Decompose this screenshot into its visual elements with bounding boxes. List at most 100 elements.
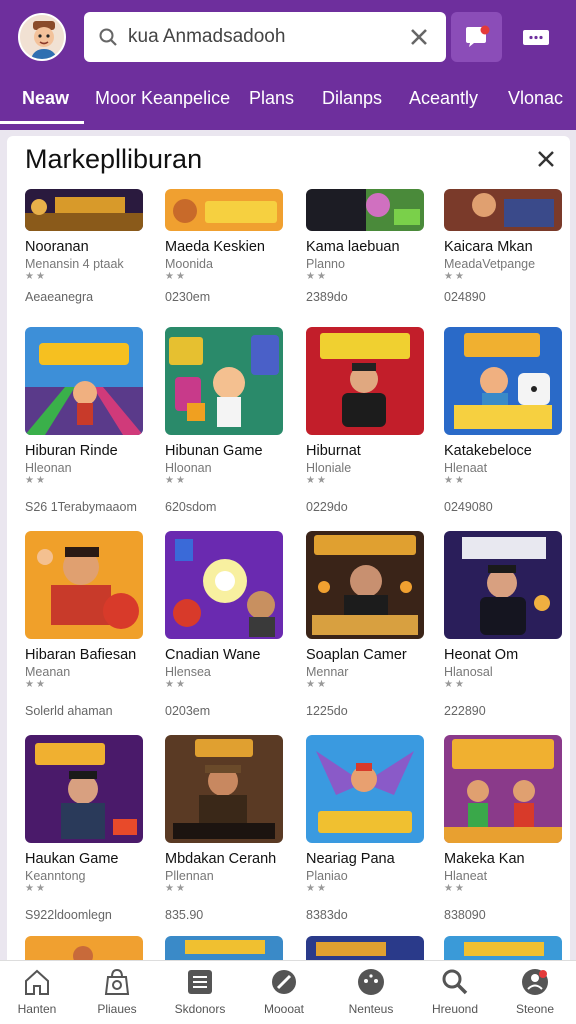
nav-label: Steone [515, 1002, 555, 1016]
game-subtitle: Mennar [306, 665, 349, 679]
rating-stars: ★★ [25, 883, 47, 894]
game-subtitle: Hlaneat [444, 869, 488, 883]
nav-item-nenteus[interactable]: Nenteus [335, 967, 407, 1016]
game-title: Kama laebuan [306, 239, 400, 255]
game-card[interactable]: Heonat Om Hlanosal ★★ 222890 [444, 531, 566, 718]
game-meta: S26 1Terabymaaom [25, 500, 137, 514]
game-card[interactable]: Neariag Pana Planiao ★★ 8383do [306, 735, 428, 922]
nav-item-pliaues[interactable]: Pliaues [81, 967, 153, 1016]
nav-label: Hreuond [431, 1002, 479, 1016]
close-icon[interactable] [408, 26, 430, 48]
game-card[interactable]: Hiburnat Hloniale ★★ 0229do [306, 327, 428, 514]
game-meta: 620sdom [165, 500, 217, 514]
game-title: Hiburan Rinde [25, 443, 118, 459]
game-card[interactable]: Kama laebuan Planno ★★ 2389do [306, 189, 428, 304]
game-meta: Aeaeanegra [25, 290, 94, 304]
game-subtitle: MeadaVetpange [444, 257, 536, 271]
game-meta: 222890 [444, 704, 486, 718]
nav-item-hreuond[interactable]: Hreuond [419, 967, 491, 1016]
tab-vlonac[interactable]: Vlonac [508, 88, 563, 109]
game-subtitle: Keanntong [25, 869, 86, 883]
game-card[interactable]: Katakebeloce Hlenaat ★★ 0249080 [444, 327, 566, 514]
game-title: Katakebeloce [444, 443, 532, 459]
rating-stars: ★★ [306, 883, 328, 894]
nav-item-skdonors[interactable]: Skdonors [164, 967, 236, 1016]
search-bar[interactable]: kua Anmadsadooh [84, 12, 446, 62]
game-subtitle: Planno [306, 257, 345, 271]
nav-label: Skdonors [174, 1002, 226, 1016]
gamaker-game-thumb [306, 531, 424, 639]
game-meta: 0249080 [444, 500, 493, 514]
game-title: Heonat Om [444, 647, 519, 663]
game-card[interactable]: Cnadian Wane Hlensea ★★ 0203em [165, 531, 287, 718]
game-card[interactable]: Nooranan Menansin 4 ptaak ★★ Aeaeanegra [25, 189, 147, 304]
magic-game-thumb [165, 531, 283, 639]
compass-icon [272, 970, 296, 994]
chat-button[interactable] [518, 24, 554, 52]
tab-neaw[interactable]: Neaw [22, 88, 69, 109]
game-card[interactable]: Maeda Keskien Moonida ★★ 0230em [165, 189, 287, 304]
tab-aceantly[interactable]: Aceantly [409, 88, 478, 109]
nav-label: Nenteus [348, 1002, 394, 1016]
search-icon [442, 969, 468, 995]
search-icon [99, 28, 117, 46]
top-app-bar: kua Anmadsadooh Neaw Moor Keanpelice Pla… [0, 0, 576, 130]
dice-game-thumb [444, 327, 562, 435]
message-icon [465, 25, 489, 47]
game-card[interactable]: Mbdakan Ceranh Pllennan ★★ 835.90 [165, 735, 287, 922]
killer-game-thumb [444, 531, 562, 639]
fantasy-game-thumb [25, 189, 143, 231]
game-title: Hibaran Bafiesan [25, 647, 137, 663]
nav-item-steone[interactable]: Steone [499, 967, 571, 1016]
game-meta: 8383do [306, 908, 348, 922]
game-meta: 2389do [306, 290, 348, 304]
rating-stars: ★★ [444, 271, 466, 282]
game-meta: S922ldoomlegn [25, 908, 112, 922]
game-card[interactable]: Makeka Kan Hlaneat ★★ 838090 [444, 735, 566, 922]
game-card[interactable]: Hiburan Rinde Hleonan ★★ S26 1Terabymaao… [25, 327, 147, 514]
notification-button[interactable] [451, 12, 502, 62]
avatar[interactable] [18, 13, 66, 61]
game-title: Mbdakan Ceranh [165, 851, 277, 867]
search-input[interactable]: kua Anmadsadooh [128, 26, 408, 48]
game-card[interactable]: Hibunan Game Hloonan ★★ 620sdom [165, 327, 287, 514]
game-card[interactable]: Soaplan Camer Mennar ★★ 1225do [306, 531, 428, 718]
game-meta: 835.90 [165, 908, 204, 922]
game-title: Hiburnat [306, 443, 361, 459]
tab-moor-keanpelice[interactable]: Moor Keanpelice [95, 88, 230, 109]
game-subtitle: Planiao [306, 869, 348, 883]
champion-game-thumb [25, 531, 143, 639]
rating-stars: ★★ [444, 679, 466, 690]
dumo-game-thumb [306, 327, 424, 435]
bottom-navigation: Hanten Pliaues Skdonors Moooat Nenteus H… [0, 960, 576, 1024]
close-icon[interactable] [535, 148, 557, 170]
marketplace-panel: Markeplliburan Nooranan Menansin 4 ptaak… [7, 136, 570, 966]
rating-stars: ★★ [165, 475, 187, 486]
tab-plans[interactable]: Plans [249, 88, 294, 109]
controller-icon [358, 969, 384, 995]
game-title: Nooranan [25, 239, 89, 255]
game-card[interactable]: Kaicara Mkan MeadaVetpange ★★ 024890 [444, 189, 566, 304]
game-subtitle: Menansin 4 ptaak [25, 257, 124, 271]
arcade-game-thumb [165, 327, 283, 435]
game-title: Neariag Pana [306, 851, 395, 867]
nav-item-hanten[interactable]: Hanten [1, 967, 73, 1016]
rating-stars: ★★ [306, 475, 328, 486]
game-title: Cnadian Wane [165, 647, 261, 663]
game-meta: 024890 [444, 290, 486, 304]
rating-stars: ★★ [165, 883, 187, 894]
tab-dilanps[interactable]: Dilanps [322, 88, 382, 109]
game-title: Kaicara Mkan [444, 239, 533, 255]
game-card[interactable]: Haukan Game Keanntong ★★ S922ldoomlegn [25, 735, 147, 922]
game-subtitle: Hloonan [165, 461, 212, 475]
game-meta: Solerld ahaman [25, 704, 113, 718]
game-meta: 0230em [165, 290, 211, 304]
winged-game-thumb [306, 735, 424, 843]
game-subtitle: Moonida [165, 257, 213, 271]
nav-item-moooat[interactable]: Moooat [248, 967, 320, 1016]
rating-stars: ★★ [444, 883, 466, 894]
rating-stars: ★★ [306, 271, 328, 282]
nav-label: Moooat [263, 1002, 305, 1016]
game-card[interactable]: Hibaran Bafiesan Meanan ★★ Solerld ahama… [25, 531, 147, 718]
game-meta: 838090 [444, 908, 486, 922]
